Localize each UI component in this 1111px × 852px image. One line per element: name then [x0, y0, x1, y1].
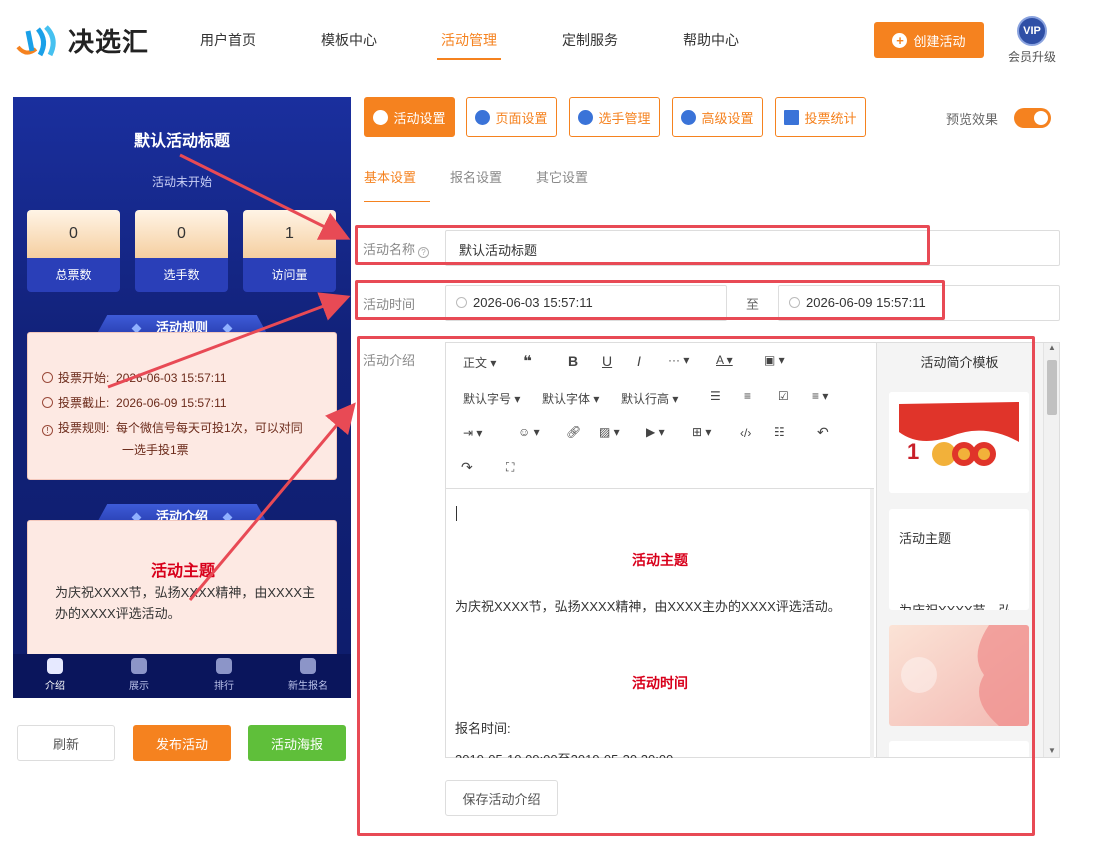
arrow-to-name	[179, 153, 351, 240]
annotation-arrows	[107, 153, 356, 601]
arrow-to-time	[107, 292, 351, 389]
arrow-to-intro	[188, 402, 356, 601]
